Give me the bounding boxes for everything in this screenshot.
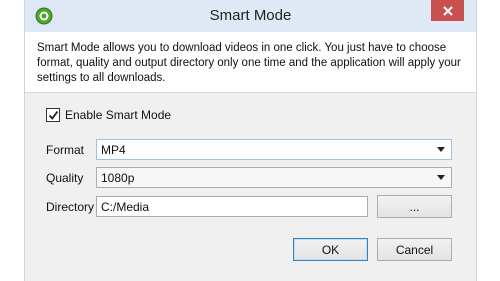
- ok-button[interactable]: OK: [293, 238, 368, 261]
- cancel-button[interactable]: Cancel: [377, 238, 452, 261]
- format-select[interactable]: MP4: [96, 139, 452, 160]
- cancel-button-label: Cancel: [395, 242, 434, 257]
- close-button[interactable]: [431, 0, 464, 21]
- format-label: Format: [46, 143, 85, 157]
- format-value: MP4: [101, 142, 126, 157]
- title-bar: Smart Mode: [25, 0, 476, 32]
- chevron-down-icon: [437, 175, 445, 180]
- quality-select[interactable]: 1080p: [96, 167, 452, 188]
- checkmark-icon: [48, 110, 58, 120]
- enable-smart-mode-checkbox[interactable]: [46, 108, 60, 122]
- chevron-down-icon: [437, 147, 445, 152]
- directory-label: Directory: [46, 200, 95, 214]
- browse-button[interactable]: ...: [377, 195, 452, 218]
- directory-input[interactable]: C:/Media: [96, 196, 368, 217]
- smart-mode-dialog: Smart Mode Smart Mode allows you to down…: [24, 0, 477, 281]
- description-text: Smart Mode allows you to download videos…: [37, 42, 461, 84]
- quality-label: Quality: [46, 171, 84, 185]
- quality-value: 1080p: [101, 170, 135, 185]
- enable-smart-mode-label: Enable Smart Mode: [65, 108, 172, 122]
- close-icon: [442, 5, 453, 16]
- enable-smart-mode-row[interactable]: Enable Smart Mode: [46, 108, 171, 122]
- description-panel: Smart Mode allows you to download videos…: [25, 32, 476, 93]
- directory-value: C:/Media: [101, 199, 150, 214]
- ok-button-label: OK: [321, 242, 340, 257]
- window-title: Smart Mode: [209, 7, 292, 24]
- browse-button-label: ...: [409, 199, 420, 214]
